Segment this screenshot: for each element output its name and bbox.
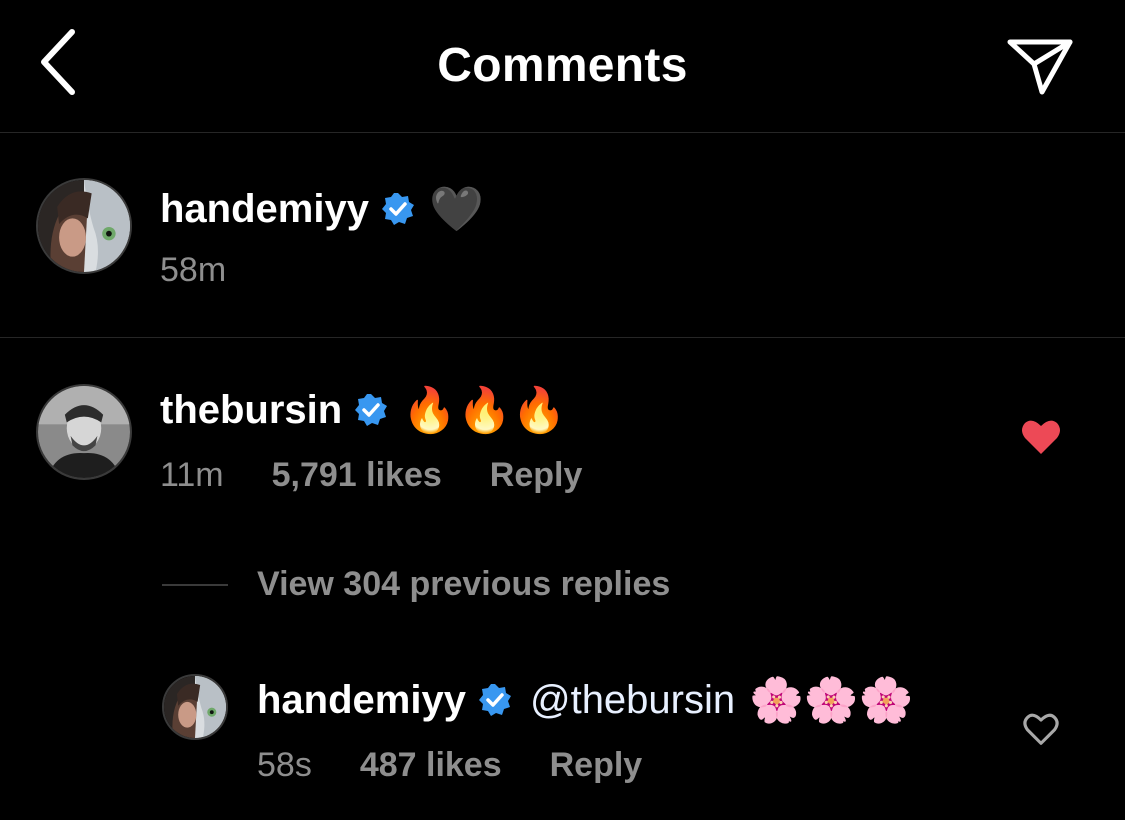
- like-count[interactable]: 5,791 likes: [272, 456, 442, 495]
- timestamp: 58s: [257, 746, 312, 784]
- caption-header: handemiyy 🖤: [160, 183, 484, 235]
- avatar[interactable]: [36, 384, 132, 480]
- caption-meta: 58m: [160, 251, 226, 290]
- verified-badge-icon: [354, 393, 388, 427]
- verified-badge-icon: [381, 192, 415, 226]
- avatar[interactable]: [36, 178, 132, 274]
- avatar-image: [38, 386, 130, 478]
- share-button[interactable]: [1004, 34, 1076, 98]
- reply-button[interactable]: Reply: [490, 456, 583, 495]
- replies-divider: [162, 584, 228, 586]
- timestamp: 58m: [160, 251, 227, 289]
- reply-header: handemiyy @thebursin 🌸🌸🌸: [257, 674, 913, 726]
- like-button[interactable]: [1020, 418, 1062, 456]
- mention-link[interactable]: @thebursin: [530, 678, 735, 723]
- comment-meta: 11m 5,791 likes Reply: [160, 456, 582, 495]
- username[interactable]: handemiyy: [160, 187, 369, 232]
- page-title: Comments: [437, 39, 688, 92]
- avatar[interactable]: [162, 674, 228, 740]
- paper-plane-icon: [1007, 39, 1073, 95]
- like-count[interactable]: 487 likes: [360, 746, 502, 785]
- avatar-image: [164, 676, 226, 738]
- post-caption: handemiyy 🖤 58m: [0, 133, 1125, 338]
- comment-text: 🖤: [428, 184, 484, 235]
- like-button[interactable]: [1022, 712, 1060, 746]
- comment-text: 🔥🔥🔥: [402, 385, 567, 436]
- view-replies-button[interactable]: View 304 previous replies: [257, 565, 670, 604]
- username[interactable]: handemiyy: [257, 678, 466, 723]
- timestamp: 11m: [160, 456, 224, 494]
- username[interactable]: thebursin: [160, 388, 342, 433]
- heart-filled-icon: [1022, 420, 1060, 454]
- comment-text: 🌸🌸🌸: [749, 675, 914, 726]
- heart-outline-icon: [1023, 713, 1059, 745]
- reply-button[interactable]: Reply: [550, 746, 643, 785]
- reply-meta: 58s 487 likes Reply: [257, 746, 642, 785]
- avatar-image: [38, 180, 130, 272]
- comment-header: thebursin 🔥🔥🔥: [160, 384, 567, 436]
- verified-badge-icon: [478, 683, 512, 717]
- comments-header: Comments: [0, 0, 1125, 133]
